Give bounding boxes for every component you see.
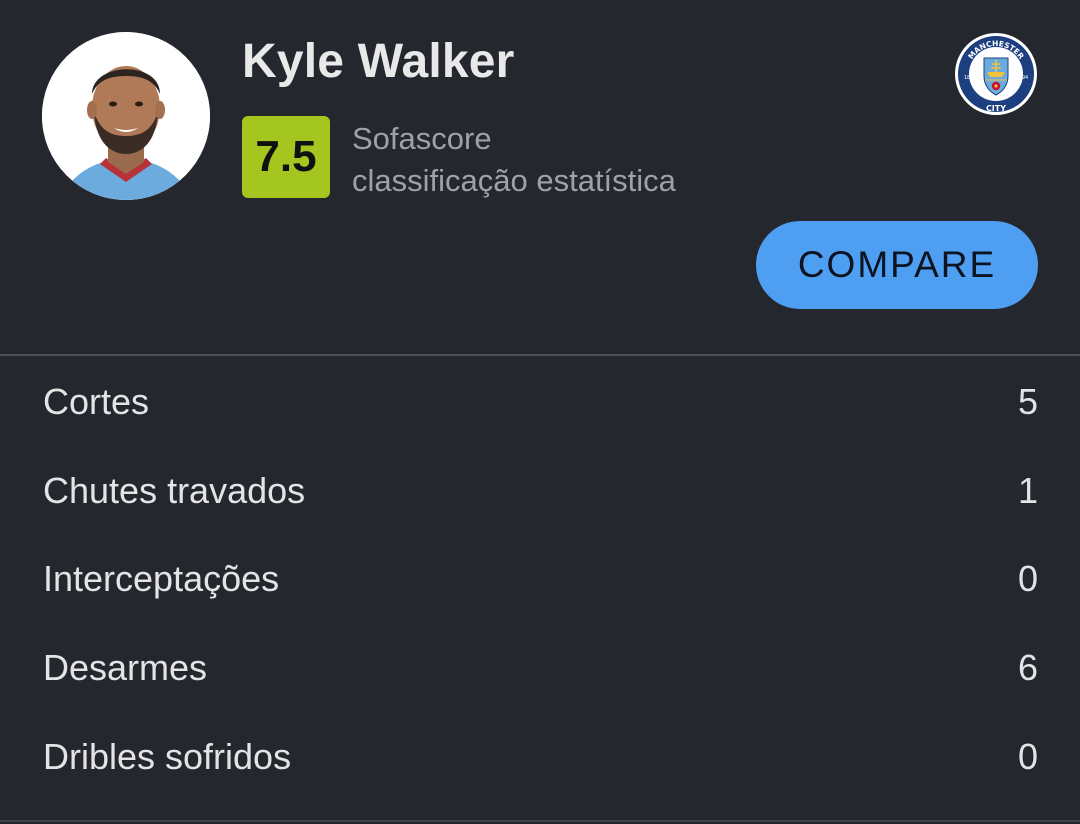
crest-text-bottom: CITY [986, 104, 1006, 113]
stat-label: Chutes travados [43, 469, 306, 511]
compare-button[interactable]: COMPARE [756, 221, 1038, 309]
rating-badge[interactable]: 7.5 [242, 116, 330, 198]
stats-list: Cortes 5 Chutes travados 1 Interceptaçõe… [0, 358, 1080, 801]
stat-value: 0 [1017, 735, 1038, 777]
stat-value: 6 [1017, 647, 1038, 689]
stat-row-interceptacoes: Interceptações 0 [0, 535, 1080, 624]
player-header: Kyle Walker 7.5 Sofascore classificação … [0, 0, 1080, 356]
crest-year-left: 18 [964, 75, 970, 81]
player-name: Kyle Walker [242, 35, 515, 88]
stat-label: Interceptações [43, 558, 280, 600]
player-avatar[interactable] [42, 32, 210, 200]
stat-label: Desarmes [43, 647, 208, 689]
rating-description-label: classificação estatística [352, 163, 676, 198]
stat-row-desarmes: Desarmes 6 [0, 624, 1080, 713]
stat-value: 0 [1017, 558, 1038, 600]
player-photo-icon [42, 32, 210, 200]
section-divider [0, 354, 1080, 356]
stat-row-chutes-travados: Chutes travados 1 [0, 447, 1080, 536]
stat-label: Dribles sofridos [43, 735, 292, 777]
rating-source-label: Sofascore [352, 121, 492, 156]
crest-year-right: 94 [1022, 75, 1028, 81]
rating-caption: Sofascore classificação estatística [352, 118, 676, 202]
stat-value: 5 [1017, 381, 1038, 423]
stat-label: Cortes [43, 381, 150, 423]
manchester-city-crest-icon[interactable]: MANCHESTER CITY 18 94 [954, 32, 1038, 116]
bottom-divider [0, 820, 1080, 822]
stat-row-cortes: Cortes 5 [0, 358, 1080, 447]
stat-row-dribles-sofridos: Dribles sofridos 0 [0, 712, 1080, 801]
stat-value: 1 [1017, 469, 1038, 511]
